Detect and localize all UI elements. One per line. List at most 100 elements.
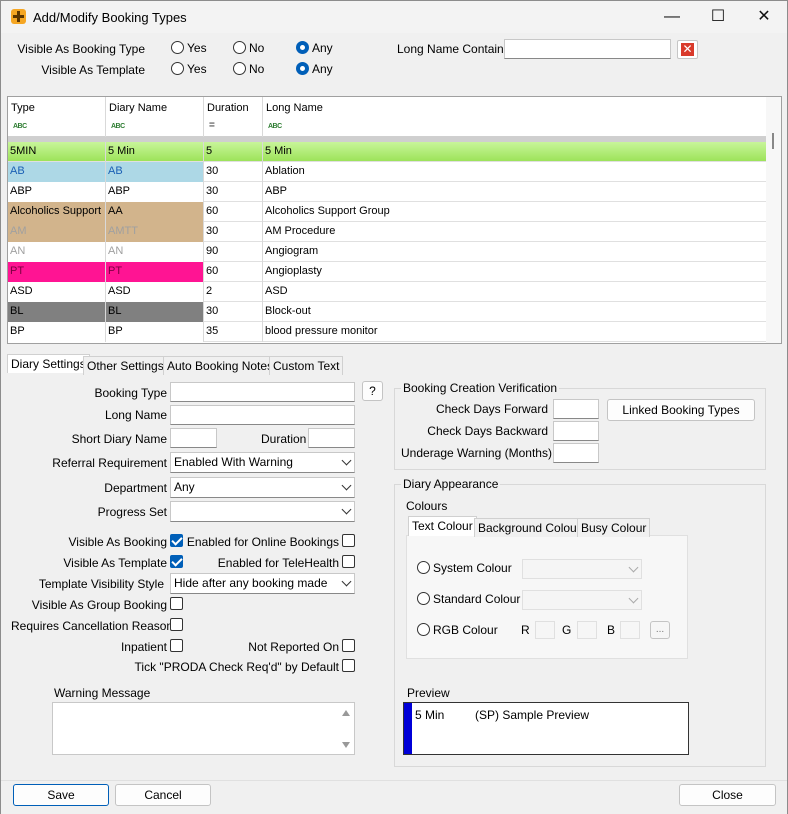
table-row[interactable]: BP BP 35 blood pressure monitor bbox=[8, 322, 766, 342]
standard-colour-label: Standard Colour bbox=[433, 592, 521, 606]
grid-scrollbar[interactable] bbox=[766, 97, 781, 343]
equals-filter-icon[interactable]: = bbox=[209, 120, 215, 131]
table-row[interactable]: 5MIN 5 Min 5 5 Min bbox=[8, 142, 766, 162]
table-row[interactable]: PT PT 60 Angioplasty bbox=[8, 262, 766, 282]
booking-type-input[interactable] bbox=[170, 382, 355, 402]
cell-duration: 5 bbox=[204, 142, 263, 162]
column-header-type[interactable]: Type ABC bbox=[8, 97, 106, 137]
tab-diary-settings[interactable]: Diary Settings bbox=[7, 354, 90, 373]
template-visibility-style-select[interactable]: Hide after any booking made bbox=[170, 573, 355, 594]
system-colour-radio[interactable] bbox=[417, 561, 430, 574]
inpatient-checkbox[interactable] bbox=[170, 639, 183, 652]
rgb-b-label: B bbox=[607, 623, 616, 637]
scroll-thumb[interactable] bbox=[772, 133, 774, 149]
not-reported-on-checkbox[interactable] bbox=[342, 639, 355, 652]
duration-input[interactable] bbox=[308, 428, 355, 448]
cell-long-name: ASD bbox=[265, 285, 288, 297]
rgb-picker-button[interactable]: ... bbox=[650, 621, 670, 639]
underage-warning-input[interactable] bbox=[553, 443, 599, 463]
department-select[interactable]: Any bbox=[170, 477, 355, 498]
cell-duration: 35 bbox=[204, 322, 263, 342]
standard-colour-radio[interactable] bbox=[417, 592, 430, 605]
enabled-telehealth-label: Enabled for TeleHealth bbox=[217, 556, 339, 570]
maximize-button[interactable]: ☐ bbox=[695, 1, 741, 33]
booking-type-yes-label: Yes bbox=[187, 41, 207, 55]
linked-booking-types-button[interactable]: Linked Booking Types bbox=[607, 399, 755, 421]
help-button[interactable]: ? bbox=[362, 381, 383, 401]
template-any-radio[interactable] bbox=[296, 62, 309, 75]
long-name-input[interactable] bbox=[170, 405, 355, 425]
requires-cancellation-checkbox[interactable] bbox=[170, 618, 183, 631]
table-row[interactable]: AB AB 30 Ablation bbox=[8, 162, 766, 182]
preview-time: 5 Min bbox=[415, 708, 445, 722]
long-name-contains-input[interactable] bbox=[504, 39, 671, 59]
referral-requirement-select[interactable]: Enabled With Warning bbox=[170, 452, 355, 473]
booking-type-yes-radio[interactable] bbox=[171, 41, 184, 54]
cell-diary-name: ASD bbox=[106, 282, 204, 302]
table-row[interactable]: AM AMTT 30 AM Procedure bbox=[8, 222, 766, 242]
cell-long-name: 5 Min bbox=[265, 145, 292, 157]
tab-custom-text[interactable]: Custom Text bbox=[269, 356, 344, 375]
table-row[interactable]: AN AN 90 Angiogram bbox=[8, 242, 766, 262]
rgb-colour-radio[interactable] bbox=[417, 623, 430, 636]
rgb-g-input[interactable] bbox=[577, 621, 597, 639]
scroll-down-icon[interactable] bbox=[342, 742, 350, 748]
table-row[interactable]: ABP ABP 30 ABP bbox=[8, 182, 766, 202]
scroll-up-icon[interactable] bbox=[342, 710, 350, 716]
column-header-diary-name[interactable]: Diary Name ABC bbox=[106, 97, 204, 137]
column-header-duration[interactable]: Duration = bbox=[204, 97, 263, 137]
grid-header: Type ABC Diary Name ABC Duration = Long … bbox=[8, 97, 766, 137]
enabled-telehealth-checkbox[interactable] bbox=[342, 555, 355, 568]
chevron-down-icon bbox=[628, 593, 639, 604]
cell-type: BP bbox=[8, 322, 106, 342]
check-days-forward-label: Check Days Forward bbox=[435, 402, 548, 416]
check-days-forward-input[interactable] bbox=[553, 399, 599, 419]
rgb-r-input[interactable] bbox=[535, 621, 555, 639]
cell-diary-name: 5 Min bbox=[106, 142, 204, 162]
text-filter-icon[interactable]: ABC bbox=[13, 123, 27, 130]
check-days-backward-input[interactable] bbox=[553, 421, 599, 441]
inpatient-label: Inpatient bbox=[120, 640, 167, 654]
enabled-online-checkbox[interactable] bbox=[342, 534, 355, 547]
text-filter-icon[interactable]: ABC bbox=[268, 123, 282, 130]
textarea-scrollbar[interactable] bbox=[339, 704, 353, 754]
table-row[interactable]: BL BL 30 Block-out bbox=[8, 302, 766, 322]
clear-filter-button[interactable]: ✕ bbox=[677, 40, 698, 59]
short-diary-name-label: Short Diary Name bbox=[71, 432, 167, 446]
tab-auto-booking-notes[interactable]: Auto Booking Notes bbox=[163, 356, 278, 375]
minimize-button[interactable]: — bbox=[649, 1, 695, 33]
cell-diary-name: AB bbox=[106, 162, 204, 182]
save-button[interactable]: Save bbox=[13, 784, 109, 806]
short-diary-name-input[interactable] bbox=[170, 428, 217, 448]
tick-proda-checkbox[interactable] bbox=[342, 659, 355, 672]
progress-set-select[interactable] bbox=[170, 501, 355, 522]
cell-duration: 60 bbox=[204, 202, 263, 222]
template-no-radio[interactable] bbox=[233, 62, 246, 75]
close-button[interactable]: Close bbox=[679, 784, 776, 806]
tab-text-colour[interactable]: Text Colour bbox=[408, 516, 477, 536]
standard-colour-select[interactable] bbox=[522, 590, 642, 610]
close-window-button[interactable]: ✕ bbox=[741, 1, 787, 33]
tab-background-colour[interactable]: Background Colour bbox=[474, 518, 585, 537]
table-row[interactable]: Alcoholics Support AA 60 Alcoholics Support… bbox=[8, 202, 766, 222]
chevron-down-icon bbox=[341, 480, 352, 491]
rgb-g-label: G bbox=[562, 623, 572, 637]
tab-busy-colour[interactable]: Busy Colour bbox=[577, 518, 651, 537]
column-header-long-name[interactable]: Long Name ABC bbox=[263, 97, 766, 137]
cancel-button[interactable]: Cancel bbox=[115, 784, 211, 806]
visible-as-group-checkbox[interactable] bbox=[170, 597, 183, 610]
booking-type-any-radio[interactable] bbox=[296, 41, 309, 54]
text-filter-icon[interactable]: ABC bbox=[111, 123, 125, 130]
check-days-backward-label: Check Days Backward bbox=[427, 424, 548, 438]
warning-message-textarea[interactable] bbox=[52, 702, 355, 755]
chevron-down-icon bbox=[341, 455, 352, 466]
system-colour-select[interactable] bbox=[522, 559, 642, 579]
rgb-b-input[interactable] bbox=[620, 621, 640, 639]
app-icon bbox=[11, 9, 26, 24]
booking-type-no-radio[interactable] bbox=[233, 41, 246, 54]
progress-set-label: Progress Set bbox=[97, 505, 167, 519]
template-yes-radio[interactable] bbox=[171, 62, 184, 75]
table-row[interactable]: ASD ASD 2 ASD bbox=[8, 282, 766, 302]
tab-other-settings[interactable]: Other Settings bbox=[83, 356, 168, 375]
cell-long-name: Ablation bbox=[265, 165, 305, 177]
